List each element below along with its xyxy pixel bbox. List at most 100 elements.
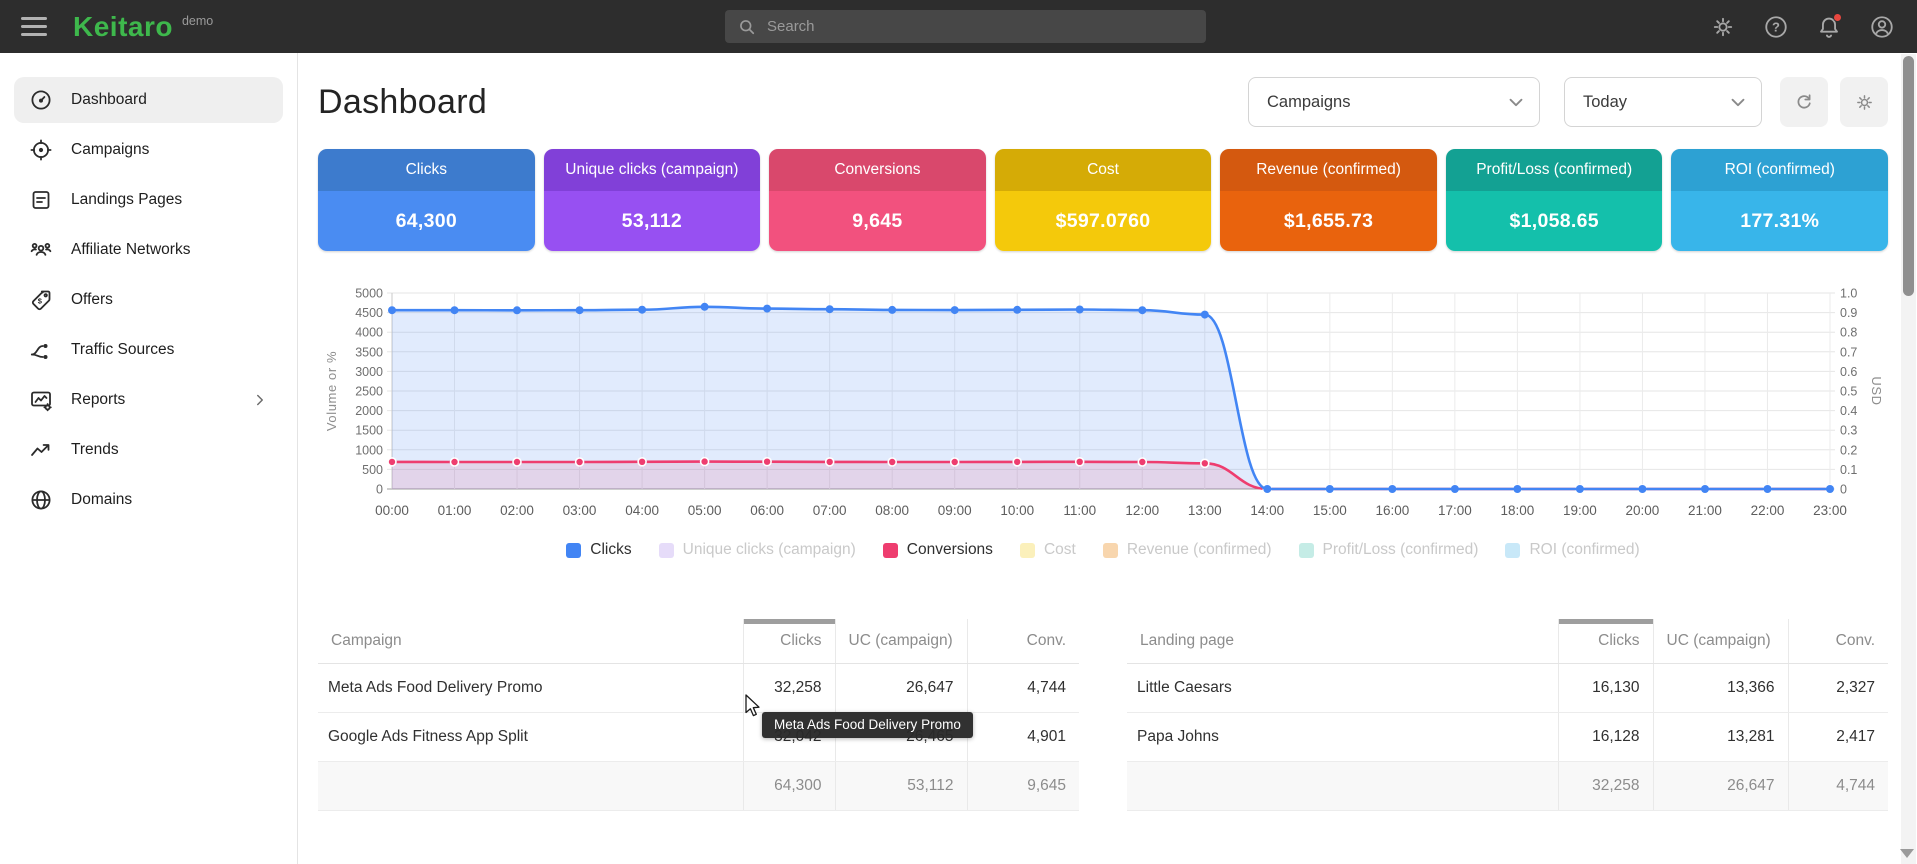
legend-item-clicks[interactable]: Clicks bbox=[566, 541, 631, 559]
col-header-clicks[interactable]: Clicks bbox=[1558, 619, 1653, 663]
uc-total: 26,647 bbox=[1653, 761, 1788, 810]
uc-total: 53,112 bbox=[835, 761, 967, 810]
legend-item-cost[interactable]: Cost bbox=[1020, 541, 1076, 559]
legend-swatch bbox=[1103, 543, 1118, 558]
campaign-name[interactable]: Meta Ads Food Delivery Promo bbox=[318, 663, 743, 712]
sidebar-item-label: Domains bbox=[71, 491, 132, 509]
svg-text:4500: 4500 bbox=[355, 306, 383, 320]
clicks-value: 16,130 bbox=[1558, 663, 1653, 712]
sidebar-item-label: Dashboard bbox=[71, 91, 147, 109]
dashboard-controls: Campaigns Today bbox=[1248, 77, 1888, 127]
stat-card-profit-loss[interactable]: Profit/Loss (confirmed) $1,058.65 bbox=[1446, 149, 1663, 251]
svg-text:04:00: 04:00 bbox=[625, 503, 659, 518]
landing-name[interactable]: Little Caesars bbox=[1127, 663, 1558, 712]
env-label: demo bbox=[182, 14, 213, 28]
legend-item-unique-clicks[interactable]: Unique clicks (campaign) bbox=[659, 541, 856, 559]
stat-card-cost[interactable]: Cost $597.0760 bbox=[995, 149, 1212, 251]
col-header-campaign[interactable]: Campaign bbox=[318, 619, 743, 663]
col-header-conv[interactable]: Conv. bbox=[1788, 619, 1888, 663]
table-row[interactable]: Meta Ads Food Delivery Promo 32,258 26,6… bbox=[318, 663, 1079, 712]
legend-item-conversions[interactable]: Conversions bbox=[883, 541, 993, 559]
table-row[interactable]: Little Caesars 16,130 13,366 2,327 bbox=[1127, 663, 1888, 712]
daterange-select[interactable]: Today bbox=[1564, 77, 1762, 127]
gear-icon bbox=[1854, 92, 1875, 113]
bell-icon[interactable] bbox=[1816, 14, 1842, 40]
stat-card-value: 177.31% bbox=[1671, 191, 1888, 251]
refresh-button[interactable] bbox=[1780, 77, 1828, 127]
svg-text:18:00: 18:00 bbox=[1500, 503, 1534, 518]
tag-icon: $ bbox=[29, 288, 53, 312]
stat-card-value: $1,655.73 bbox=[1220, 191, 1437, 251]
refresh-icon bbox=[1793, 91, 1815, 113]
page-icon bbox=[29, 188, 53, 212]
sidebar-item-reports[interactable]: Reports bbox=[14, 377, 283, 423]
table-row[interactable]: Papa Johns 16,128 13,281 2,417 bbox=[1127, 712, 1888, 761]
app-logo[interactable]: Keitaro demo bbox=[73, 12, 213, 42]
legend-item-profit-loss[interactable]: Profit/Loss (confirmed) bbox=[1299, 541, 1479, 559]
gear-icon[interactable] bbox=[1710, 14, 1736, 40]
totals-row: 64,300 53,112 9,645 bbox=[318, 761, 1079, 810]
stat-card-roi[interactable]: ROI (confirmed) 177.31% bbox=[1671, 149, 1888, 251]
stat-card-clicks[interactable]: Clicks 64,300 bbox=[318, 149, 535, 251]
svg-text:0.8: 0.8 bbox=[1840, 326, 1857, 340]
sidebar-item-trends[interactable]: Trends bbox=[14, 427, 283, 473]
user-icon[interactable] bbox=[1869, 14, 1895, 40]
stat-card-revenue[interactable]: Revenue (confirmed) $1,655.73 bbox=[1220, 149, 1437, 251]
help-icon[interactable]: ? bbox=[1763, 14, 1789, 40]
legend-swatch bbox=[566, 543, 581, 558]
stat-card-value: $597.0760 bbox=[995, 191, 1212, 251]
campaigns-select[interactable]: Campaigns bbox=[1248, 77, 1540, 127]
sidebar-item-offers[interactable]: $ Offers bbox=[14, 277, 283, 323]
scrollbar-thumb[interactable] bbox=[1903, 56, 1914, 296]
stat-card-unique-clicks[interactable]: Unique clicks (campaign) 53,112 bbox=[544, 149, 761, 251]
svg-text:0.4: 0.4 bbox=[1840, 404, 1857, 418]
legend-item-roi[interactable]: ROI (confirmed) bbox=[1505, 541, 1639, 559]
conv-value: 2,417 bbox=[1788, 712, 1888, 761]
legend-item-revenue[interactable]: Revenue (confirmed) bbox=[1103, 541, 1272, 559]
sidebar-item-label: Landings Pages bbox=[71, 191, 182, 209]
legend-swatch bbox=[1020, 543, 1035, 558]
sidebar-item-label: Offers bbox=[71, 291, 113, 309]
sidebar-item-domains[interactable]: Domains bbox=[14, 477, 283, 523]
search-box[interactable] bbox=[725, 10, 1206, 43]
sidebar-item-campaigns[interactable]: Campaigns bbox=[14, 127, 283, 173]
col-header-uc-campaign[interactable]: UC (campaign) bbox=[835, 619, 967, 663]
svg-text:11:00: 11:00 bbox=[1063, 503, 1096, 518]
campaign-name[interactable]: Google Ads Fitness App Split bbox=[318, 712, 743, 761]
topbar: Keitaro demo ? bbox=[0, 0, 1917, 53]
svg-text:07:00: 07:00 bbox=[813, 503, 847, 518]
svg-text:0.7: 0.7 bbox=[1840, 345, 1857, 359]
svg-text:0: 0 bbox=[1840, 483, 1847, 497]
stat-card-conversions[interactable]: Conversions 9,645 bbox=[769, 149, 986, 251]
page-title: Dashboard bbox=[318, 83, 487, 122]
vertical-scrollbar[interactable] bbox=[1901, 54, 1916, 864]
sidebar-item-traffic-sources[interactable]: Traffic Sources bbox=[14, 327, 283, 373]
sidebar-item-landings-pages[interactable]: Landings Pages bbox=[14, 177, 283, 223]
search-input[interactable] bbox=[767, 18, 1194, 35]
svg-text:10:00: 10:00 bbox=[1000, 503, 1034, 518]
col-header-uc-campaign[interactable]: UC (campaign) bbox=[1653, 619, 1788, 663]
svg-text:Volume or %: Volume or % bbox=[324, 351, 339, 431]
scroll-down-arrow-icon[interactable] bbox=[1900, 849, 1914, 858]
sidebar-item-dashboard[interactable]: Dashboard bbox=[14, 77, 283, 123]
svg-text:?: ? bbox=[1772, 19, 1780, 34]
col-header-conv[interactable]: Conv. bbox=[967, 619, 1079, 663]
legend-swatch bbox=[1505, 543, 1520, 558]
mouse-cursor bbox=[742, 694, 764, 718]
stat-card-value: 64,300 bbox=[318, 191, 535, 251]
landings-table: Landing page Clicks UC (campaign) Conv. … bbox=[1127, 619, 1888, 811]
col-header-clicks[interactable]: Clicks bbox=[743, 619, 835, 663]
sidebar-item-affiliate-networks[interactable]: Affiliate Networks bbox=[14, 227, 283, 273]
menu-icon[interactable] bbox=[21, 17, 47, 36]
stat-card-label: Conversions bbox=[769, 149, 986, 191]
topbar-icons: ? bbox=[1710, 0, 1895, 53]
dashboard-settings-button[interactable] bbox=[1840, 77, 1888, 127]
sidebar: Dashboard Campaigns Landings Pages Affil… bbox=[0, 53, 298, 864]
col-header-landing-page[interactable]: Landing page bbox=[1127, 619, 1558, 663]
legend-swatch bbox=[883, 543, 898, 558]
conv-total: 4,744 bbox=[1788, 761, 1888, 810]
clicks-total: 64,300 bbox=[743, 761, 835, 810]
svg-text:0.6: 0.6 bbox=[1840, 365, 1857, 379]
svg-text:13:00: 13:00 bbox=[1188, 503, 1222, 518]
landing-name[interactable]: Papa Johns bbox=[1127, 712, 1558, 761]
